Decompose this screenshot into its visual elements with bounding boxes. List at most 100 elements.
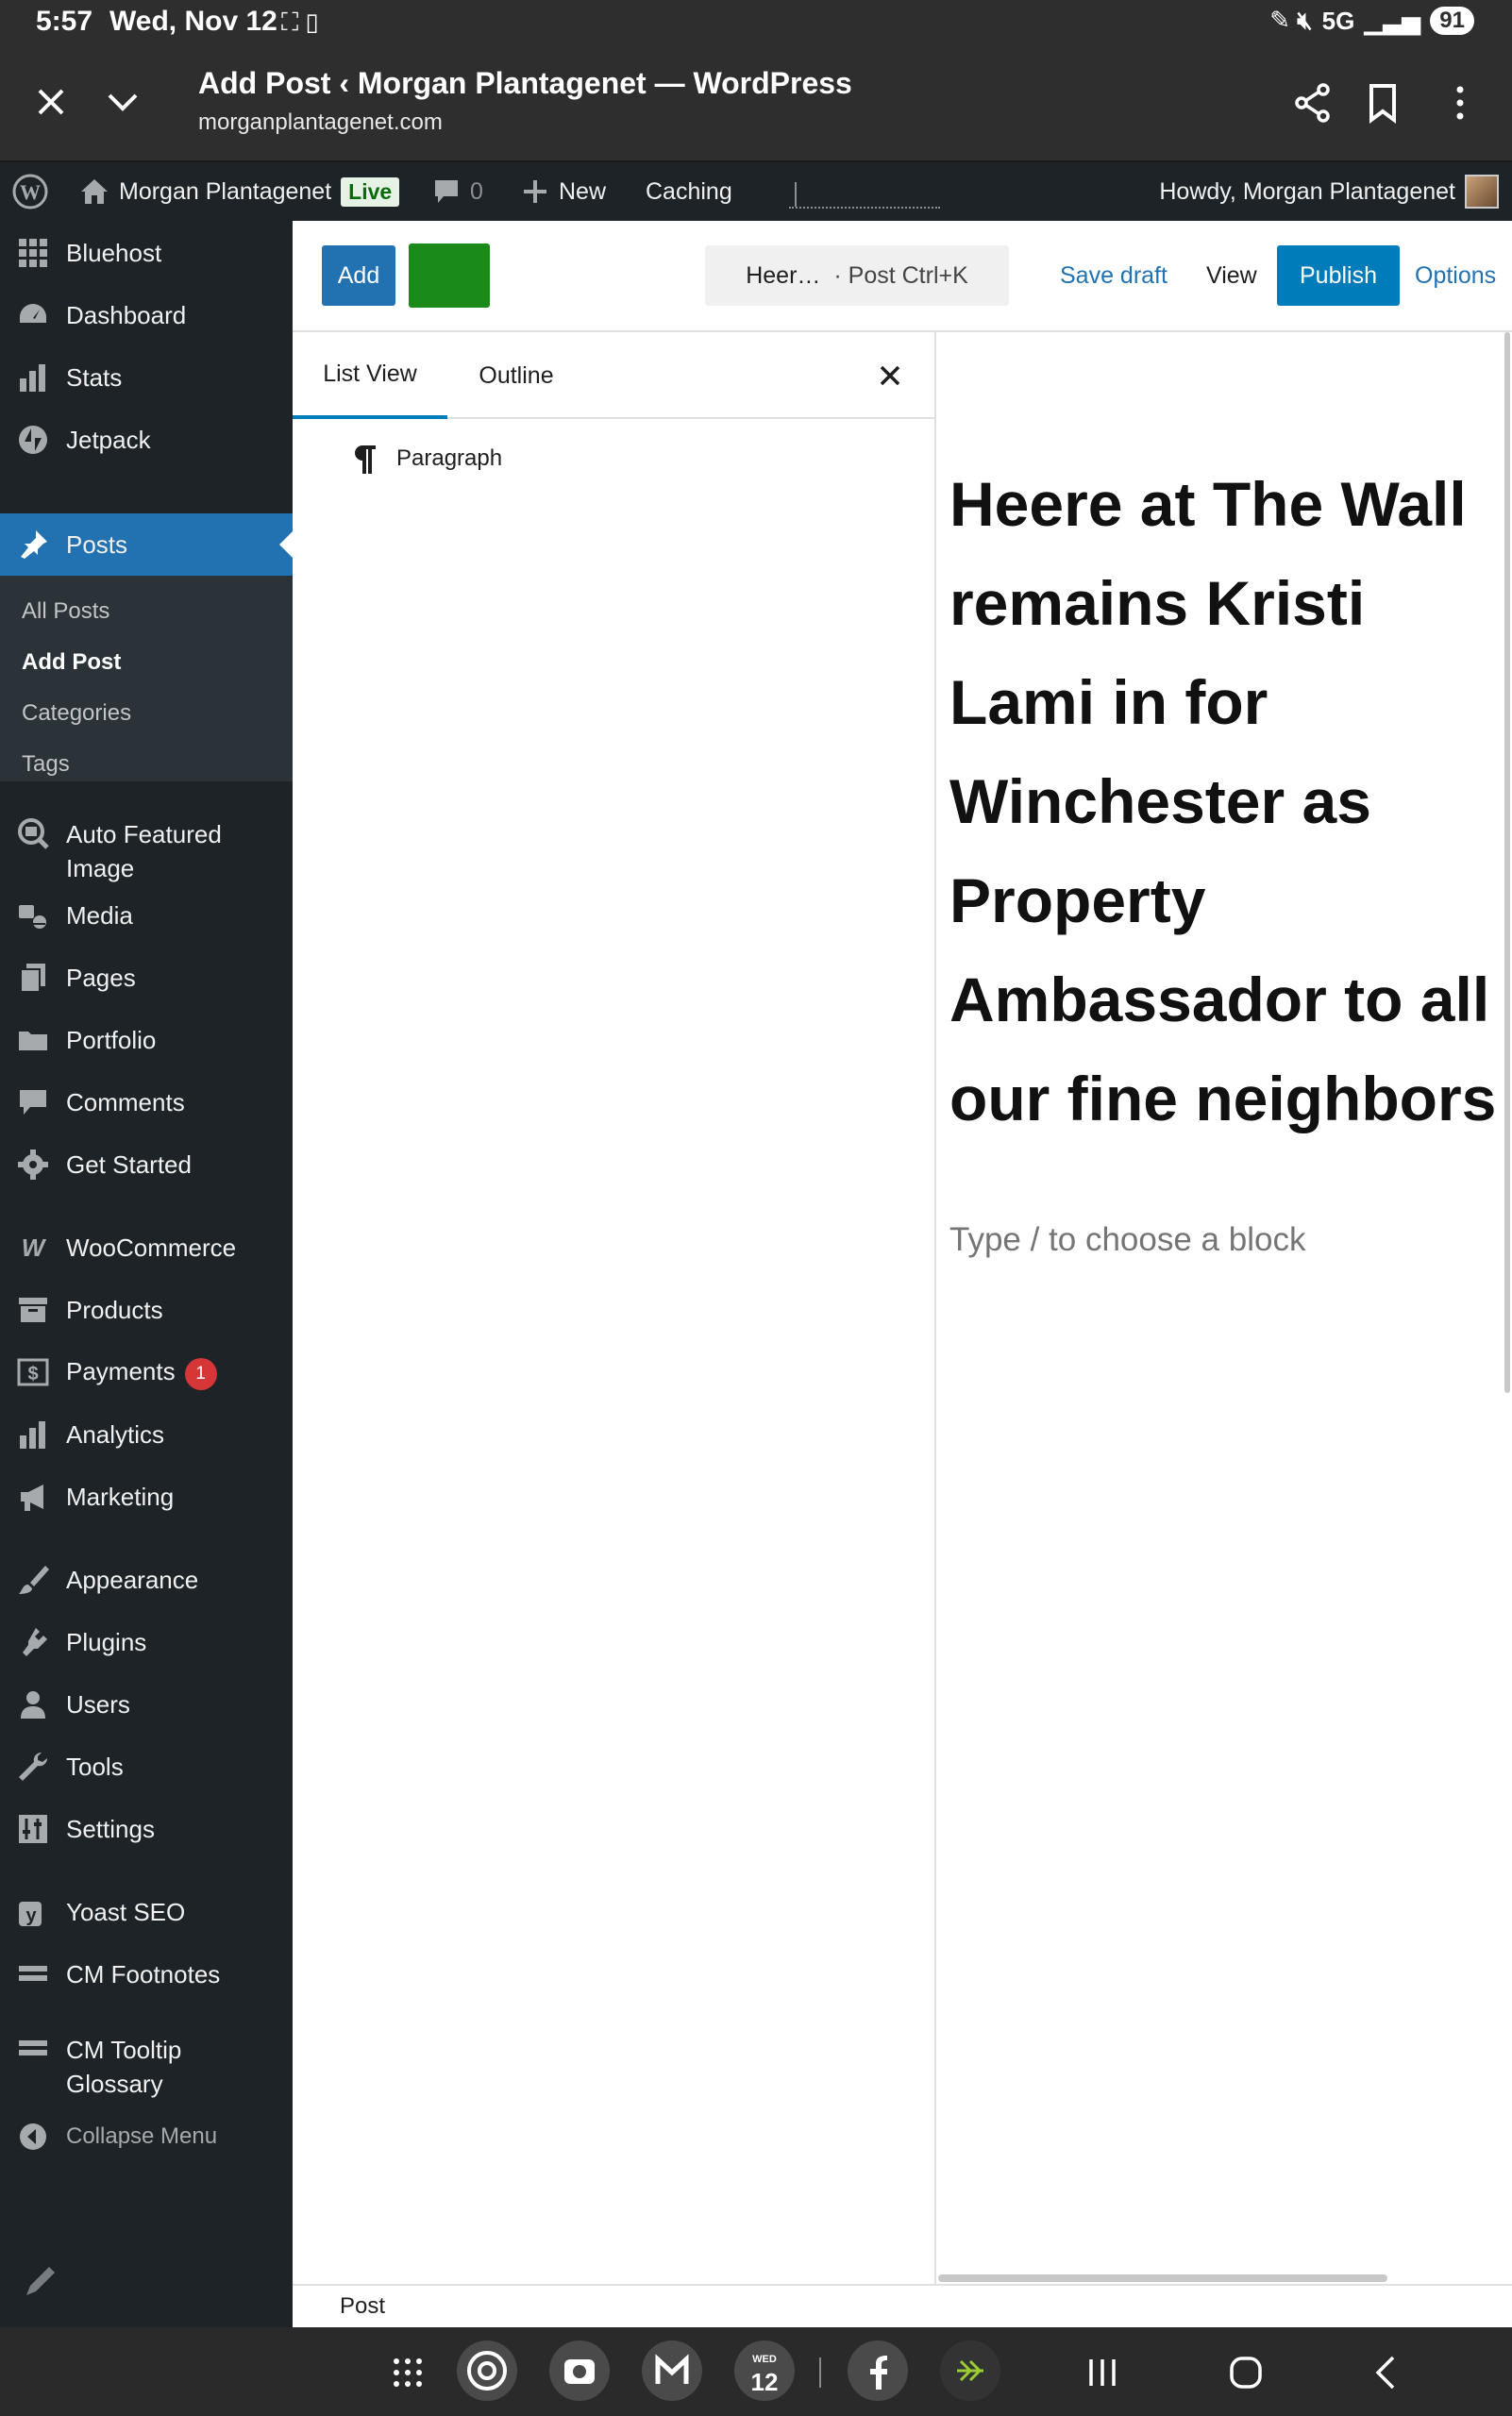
command-palette-button[interactable]: Heer… · Post Ctrl+K — [705, 245, 1009, 306]
list-view-panel: List View Outline Paragraph — [293, 332, 936, 2284]
yoast-icon: y — [15, 1894, 51, 1930]
payments-label: Payments — [66, 1357, 176, 1386]
vertical-scrollbar[interactable] — [1504, 332, 1510, 1393]
list-item-label: Paragraph — [396, 445, 503, 471]
brush-icon — [15, 1562, 51, 1598]
publish-button[interactable]: Publish — [1277, 245, 1400, 306]
sparkline-graph — [789, 175, 940, 209]
add-block-button[interactable]: Add — [322, 245, 395, 306]
camera-icon[interactable] — [549, 2340, 610, 2401]
archive-icon — [15, 1292, 51, 1328]
post-title[interactable]: Heere at The Wall remains Kristi Lami in… — [949, 455, 1497, 1149]
sidebar-item-label: Jetpack — [66, 426, 151, 454]
editor-canvas: Heere at The Wall remains Kristi Lami in… — [938, 332, 1512, 2284]
chevron-down-icon[interactable] — [102, 81, 143, 123]
payments-badge: 1 — [184, 1357, 217, 1390]
calendar-icon[interactable]: WED 12 — [734, 2340, 795, 2401]
battery-icon: 91 — [1430, 7, 1474, 35]
image-search-icon — [15, 815, 51, 851]
green-toolbar-button[interactable] — [409, 243, 490, 308]
signal-icon: ▁▃▅ — [1364, 6, 1421, 35]
gear-icon — [15, 1147, 51, 1183]
back-icon[interactable] — [1365, 2350, 1410, 2395]
admin-bar-caching[interactable]: Caching — [646, 162, 732, 221]
sidebar-item-label: Stats — [66, 363, 123, 392]
calendar-day: 12 — [750, 2368, 779, 2396]
plus-icon — [524, 180, 546, 203]
editor-toolbar: Add Heer… · Post Ctrl+K Save draft View … — [293, 221, 1512, 332]
comment-count: 0 — [470, 177, 483, 205]
sidebar-item-label: Dashboard — [66, 301, 187, 329]
admin-bar-comments[interactable]: 0 — [432, 162, 483, 221]
screenshot-icon: ⛶ ▯ — [281, 8, 319, 36]
close-icon[interactable] — [875, 361, 905, 391]
comment-icon — [435, 180, 458, 203]
wp-admin-bar: W Morgan Plantagenet Live 0 New Caching … — [0, 162, 1512, 221]
svg-text:y: y — [25, 1905, 37, 1926]
home-button-icon[interactable] — [1223, 2350, 1268, 2395]
recent-apps-icon[interactable] — [1080, 2350, 1125, 2395]
sidebar-item-label: CM Tooltip Glossary — [66, 2036, 182, 2098]
submenu-all-posts[interactable]: All Posts — [22, 598, 109, 625]
facebook-icon[interactable] — [848, 2340, 908, 2401]
submenu-tags[interactable]: Tags — [22, 751, 70, 778]
plant-app-icon[interactable] — [940, 2340, 1000, 2401]
wrench-icon — [15, 1749, 51, 1785]
breadcrumb-post[interactable]: Post — [340, 2293, 385, 2320]
home-icon — [81, 179, 108, 204]
browser-url: morganplantagenet.com — [198, 109, 443, 135]
browser-toolbar: Add Post ‹ Morgan Plantagenet — WordPres… — [0, 45, 1512, 162]
grid-icon — [15, 235, 51, 271]
howdy-text: Howdy, Morgan Plantagenet — [1159, 177, 1455, 205]
admin-bar-site[interactable]: Morgan Plantagenet Live — [79, 162, 400, 221]
posts-submenu: All Posts Add Post Categories Tags — [0, 576, 293, 781]
jetpack-icon — [15, 422, 51, 458]
close-icon[interactable] — [30, 81, 72, 123]
horizontal-scrollbar[interactable] — [938, 2274, 1387, 2282]
more-vertical-icon[interactable] — [1438, 81, 1482, 125]
bookmark-icon[interactable] — [1361, 81, 1404, 125]
app-drawer-icon[interactable] — [385, 2350, 430, 2395]
collapse-icon — [15, 2119, 51, 2155]
submenu-add-post[interactable]: Add Post — [22, 649, 121, 676]
view-button[interactable]: View — [1206, 245, 1257, 306]
status-bar: 5:57 Wed, Nov 12 ⛶ ▯ ✎ 🔇︎ 5G ▁▃▅ 91 — [0, 0, 1512, 45]
sidebar-item-label: Media — [66, 901, 133, 930]
list-view-tabs: List View Outline — [293, 332, 936, 419]
save-draft-button[interactable]: Save draft — [1060, 245, 1168, 306]
list-icon — [15, 2031, 51, 2067]
sidebar-item-posts[interactable]: Posts — [0, 513, 293, 576]
command-title: Heer… — [746, 261, 821, 289]
share-icon[interactable] — [1291, 81, 1335, 125]
sidebar-item-label: Tools — [66, 1753, 124, 1781]
tab-list-view[interactable]: List View — [293, 332, 447, 419]
sidebar-item-label: Products — [66, 1296, 163, 1324]
taskbar-divider — [819, 2357, 821, 2388]
svg-text:W: W — [22, 1233, 47, 1262]
admin-bar-new[interactable]: New — [521, 162, 606, 221]
pencil-icon[interactable] — [21, 2259, 62, 2301]
admin-sidebar: Bluehost Dashboard Stats Jetpack Posts A… — [0, 221, 293, 2327]
block-placeholder[interactable]: Type / to choose a block — [949, 1221, 1305, 1259]
options-button[interactable]: Options — [1415, 245, 1496, 306]
tab-outline[interactable]: Outline — [447, 332, 585, 419]
admin-bar-account[interactable]: Howdy, Morgan Plantagenet — [1159, 162, 1499, 221]
megaphone-icon — [15, 1479, 51, 1515]
pin-icon — [15, 527, 51, 562]
status-date: Wed, Nov 12 — [109, 6, 277, 37]
stats-sparkline[interactable] — [789, 162, 940, 221]
new-label: New — [559, 177, 607, 205]
wordpress-logo-icon[interactable]: W — [11, 162, 49, 221]
submenu-categories[interactable]: Categories — [22, 700, 131, 727]
list-item[interactable]: Paragraph — [351, 436, 502, 481]
block-breadcrumb: Post — [293, 2284, 1512, 2327]
sidebar-item-cm-tooltip-glossary[interactable]: CM Tooltip Glossary — [0, 2033, 293, 2101]
sidebar-item-label: Collapse Menu — [66, 2123, 218, 2149]
media-icon — [15, 898, 51, 933]
status-right: ✎ 🔇︎ 5G ▁▃▅ 91 — [1269, 6, 1474, 36]
gmail-icon[interactable] — [642, 2340, 702, 2401]
sidebar-item-auto-featured-image[interactable]: Auto Featured Image — [0, 817, 293, 885]
sidebar-item-label: Bluehost — [66, 239, 162, 267]
chrome-icon[interactable] — [457, 2340, 517, 2401]
command-hint: · Post Ctrl+K — [833, 261, 968, 289]
